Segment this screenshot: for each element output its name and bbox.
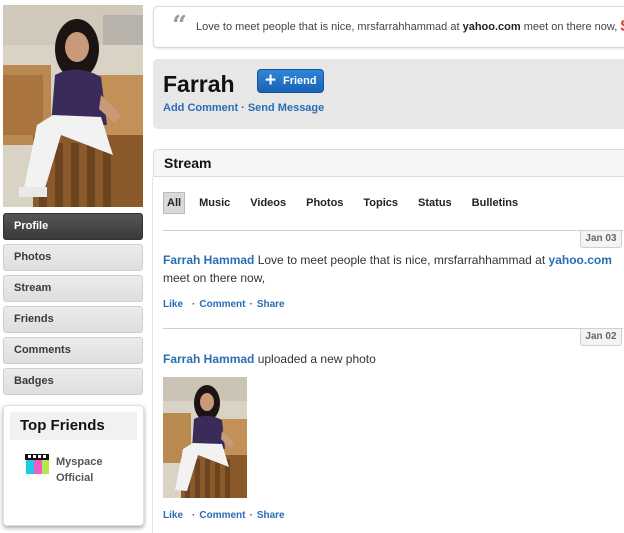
comment-link[interactable]: Comment — [199, 510, 245, 521]
like-link[interactable]: Like — [163, 510, 183, 521]
entry-author-link[interactable]: Farrah Hammad — [163, 253, 254, 267]
entry-body-cont: meet on there now, — [163, 271, 266, 285]
stream-header: Stream — [153, 149, 624, 177]
top-friends-panel: Top Friends Myspace Official — [3, 405, 144, 526]
mood-more-glyph: S — [620, 18, 624, 36]
share-link[interactable]: Share — [257, 299, 285, 310]
tab-topics[interactable]: Topics — [360, 192, 401, 214]
top-friend-item[interactable]: Myspace Official — [24, 452, 134, 492]
feed-separator — [163, 328, 623, 329]
add-comment-link[interactable]: Add Comment — [163, 102, 238, 114]
quote-icon: “ — [172, 11, 187, 41]
sidebar-item-photos[interactable]: Photos — [3, 244, 143, 271]
tab-status[interactable]: Status — [415, 192, 455, 214]
profile-name: Farrah — [163, 71, 235, 97]
separator-dot: · — [192, 299, 196, 310]
tab-videos[interactable]: Videos — [247, 192, 289, 214]
profile-photo[interactable] — [3, 5, 143, 207]
top-friends-header: Top Friends — [10, 412, 137, 440]
share-link[interactable]: Share — [257, 510, 285, 521]
uploaded-photo-thumbnail[interactable] — [163, 377, 247, 498]
mood-text: Love to meet people that is nice, mrsfar… — [196, 21, 617, 33]
profile-header: Farrah + Friend Add Comment · Send Message — [153, 59, 624, 129]
mood-text-end: meet on there now, — [520, 21, 618, 33]
feed-separator — [163, 230, 623, 231]
entry-author-link[interactable]: Farrah Hammad — [163, 352, 254, 366]
sidebar-item-stream[interactable]: Stream — [3, 275, 143, 302]
sidebar-item-profile[interactable]: Profile — [3, 213, 143, 240]
sidebar-item-comments[interactable]: Comments — [3, 337, 143, 364]
stream-title: Stream — [164, 155, 212, 171]
tab-photos[interactable]: Photos — [303, 192, 346, 214]
mood-text-start: Love to meet people that is nice, mrsfar… — [196, 21, 463, 33]
entry-date-badge: Jan 02 — [580, 329, 622, 346]
friend-name[interactable]: Myspace Official — [56, 454, 126, 486]
tab-bulletins[interactable]: Bulletins — [469, 192, 521, 214]
add-friend-label: Friend — [283, 75, 317, 87]
tab-music[interactable]: Music — [196, 192, 233, 214]
column-divider — [152, 177, 153, 533]
send-message-link[interactable]: Send Message — [248, 102, 324, 114]
sidebar-item-friends[interactable]: Friends — [3, 306, 143, 333]
stream-filter-tabs: All Music Videos Photos Topics Status Bulletin… — [163, 192, 535, 214]
separator-dot: · — [241, 102, 245, 114]
mood-status-box: “ Love to meet people that is nice, mrsf… — [153, 6, 624, 48]
entry-body: Love to meet people that is nice, mrsfar… — [254, 253, 549, 267]
separator-dot: · — [249, 299, 253, 310]
stream-entry-text: Farrah Hammad uploaded a new photo — [163, 350, 623, 368]
sidebar-item-badges[interactable]: Badges — [3, 368, 143, 395]
separator-dot: · — [192, 510, 196, 521]
mood-text-bold: yahoo.com — [462, 21, 521, 33]
add-friend-button[interactable]: + Friend — [257, 69, 324, 93]
plus-icon: + — [265, 70, 277, 91]
stream-entry-text: Farrah Hammad Love to meet people that i… — [163, 251, 623, 287]
entry-date-badge: Jan 03 — [580, 231, 622, 248]
top-friends-title: Top Friends — [20, 417, 105, 434]
entry-actions: Like · Comment · Share — [163, 299, 285, 310]
profile-side-nav: Profile Photos Stream Friends Comments B… — [3, 213, 143, 399]
entry-body: uploaded a new photo — [254, 352, 376, 366]
profile-actions: Add Comment · Send Message — [163, 102, 324, 114]
comment-link[interactable]: Comment — [199, 299, 245, 310]
entry-inline-link[interactable]: yahoo.com — [549, 253, 612, 267]
like-link[interactable]: Like — [163, 299, 183, 310]
tab-all[interactable]: All — [163, 192, 186, 214]
entry-actions: Like · Comment · Share — [163, 510, 285, 521]
separator-dot: · — [249, 510, 253, 521]
friend-avatar[interactable] — [24, 452, 50, 478]
